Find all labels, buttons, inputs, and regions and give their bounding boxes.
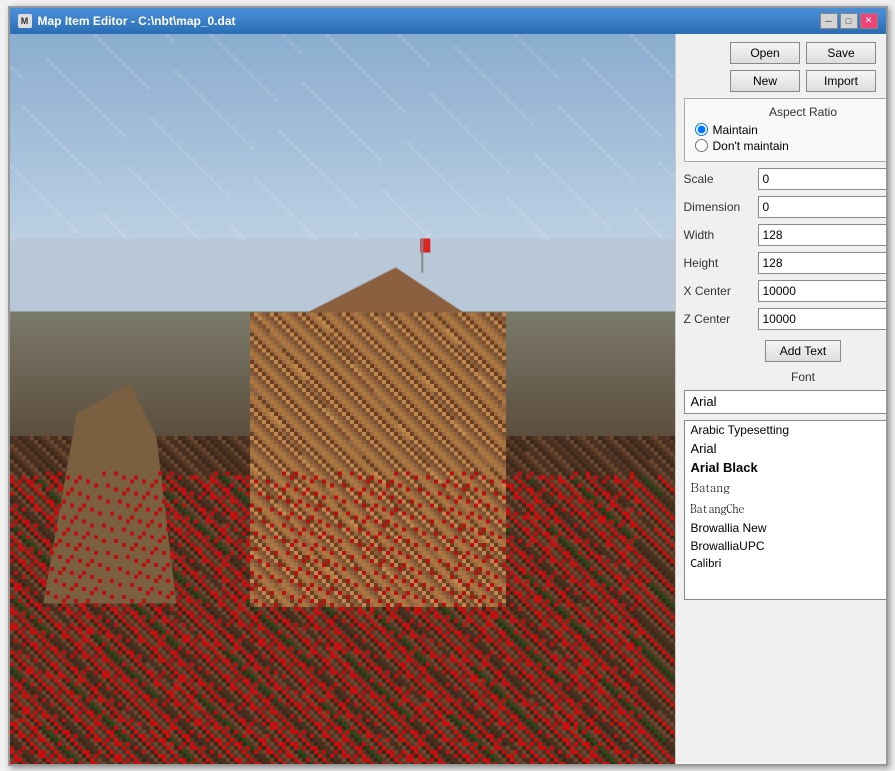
save-button[interactable]: Save [806, 42, 876, 64]
aspect-ratio-title: Aspect Ratio [695, 105, 886, 119]
list-item[interactable]: Batang [685, 477, 886, 498]
new-import-row: New Import [684, 70, 886, 92]
open-button[interactable]: Open [730, 42, 800, 64]
dimension-label: Dimension [684, 200, 754, 214]
list-item[interactable]: BrowalliaUPC [685, 537, 886, 555]
main-window: M Map Item Editor - C:\nbt\map_0.dat ─ □… [8, 6, 888, 766]
open-save-row: Open Save [684, 42, 886, 64]
list-item[interactable]: Calibri [685, 555, 886, 573]
xcenter-row: X Center [684, 280, 886, 302]
add-text-row: Add Text [684, 340, 886, 362]
import-button[interactable]: Import [806, 70, 876, 92]
font-list-scroll: Arabic Typesetting Arial Arial Black Bat… [685, 421, 886, 599]
new-button[interactable]: New [730, 70, 800, 92]
xcenter-label: X Center [684, 284, 754, 298]
map-canvas [10, 34, 675, 764]
window-icon: M [18, 14, 32, 28]
dont-maintain-radio-row: Don't maintain [695, 139, 886, 153]
font-list: Arabic Typesetting Arial Arial Black Bat… [684, 420, 886, 600]
dimension-input[interactable] [758, 196, 886, 218]
list-item[interactable]: Browallia New [685, 519, 886, 537]
add-text-button[interactable]: Add Text [765, 340, 841, 362]
maintain-radio[interactable] [695, 123, 708, 136]
height-label: Height [684, 256, 754, 270]
minimize-button[interactable]: ─ [820, 13, 838, 29]
font-label: Font [684, 370, 886, 384]
scale-input[interactable] [758, 168, 886, 190]
dont-maintain-label: Don't maintain [713, 139, 789, 153]
content-area: Open Save New Import Aspect Ratio Mainta… [10, 34, 886, 764]
title-bar-left: M Map Item Editor - C:\nbt\map_0.dat [18, 14, 236, 28]
image-panel [10, 34, 675, 764]
list-item[interactable]: Arabic Typesetting [685, 421, 886, 439]
width-input[interactable] [758, 224, 886, 246]
maintain-label: Maintain [713, 123, 758, 137]
zcenter-input[interactable] [758, 308, 886, 330]
height-row: Height [684, 252, 886, 274]
font-select-display[interactable]: Arial ▼ [684, 390, 886, 414]
title-bar: M Map Item Editor - C:\nbt\map_0.dat ─ □… [10, 8, 886, 34]
dont-maintain-radio[interactable] [695, 139, 708, 152]
zcenter-row: Z Center [684, 308, 886, 330]
scale-row: Scale [684, 168, 886, 190]
font-selected-value: Arial [691, 394, 717, 409]
aspect-ratio-box: Aspect Ratio Maintain Don't maintain [684, 98, 886, 162]
dimension-row: Dimension [684, 196, 886, 218]
right-panel: Open Save New Import Aspect Ratio Mainta… [675, 34, 886, 764]
scale-label: Scale [684, 172, 754, 186]
width-label: Width [684, 228, 754, 242]
zcenter-label: Z Center [684, 312, 754, 326]
list-item[interactable]: Arial [685, 439, 886, 458]
maintain-radio-row: Maintain [695, 123, 886, 137]
width-row: Width [684, 224, 886, 246]
close-button[interactable]: ✕ [860, 13, 878, 29]
height-input[interactable] [758, 252, 886, 274]
list-item[interactable]: Arial Black [685, 458, 886, 477]
maximize-button[interactable]: □ [840, 13, 858, 29]
title-bar-controls: ─ □ ✕ [820, 13, 878, 29]
list-item[interactable]: BatangChe [685, 498, 886, 519]
font-list-items: Arabic Typesetting Arial Arial Black Bat… [685, 421, 886, 599]
window-title: Map Item Editor - C:\nbt\map_0.dat [38, 14, 236, 28]
xcenter-input[interactable] [758, 280, 886, 302]
font-dropdown-wrapper: Arial ▼ [684, 390, 886, 414]
